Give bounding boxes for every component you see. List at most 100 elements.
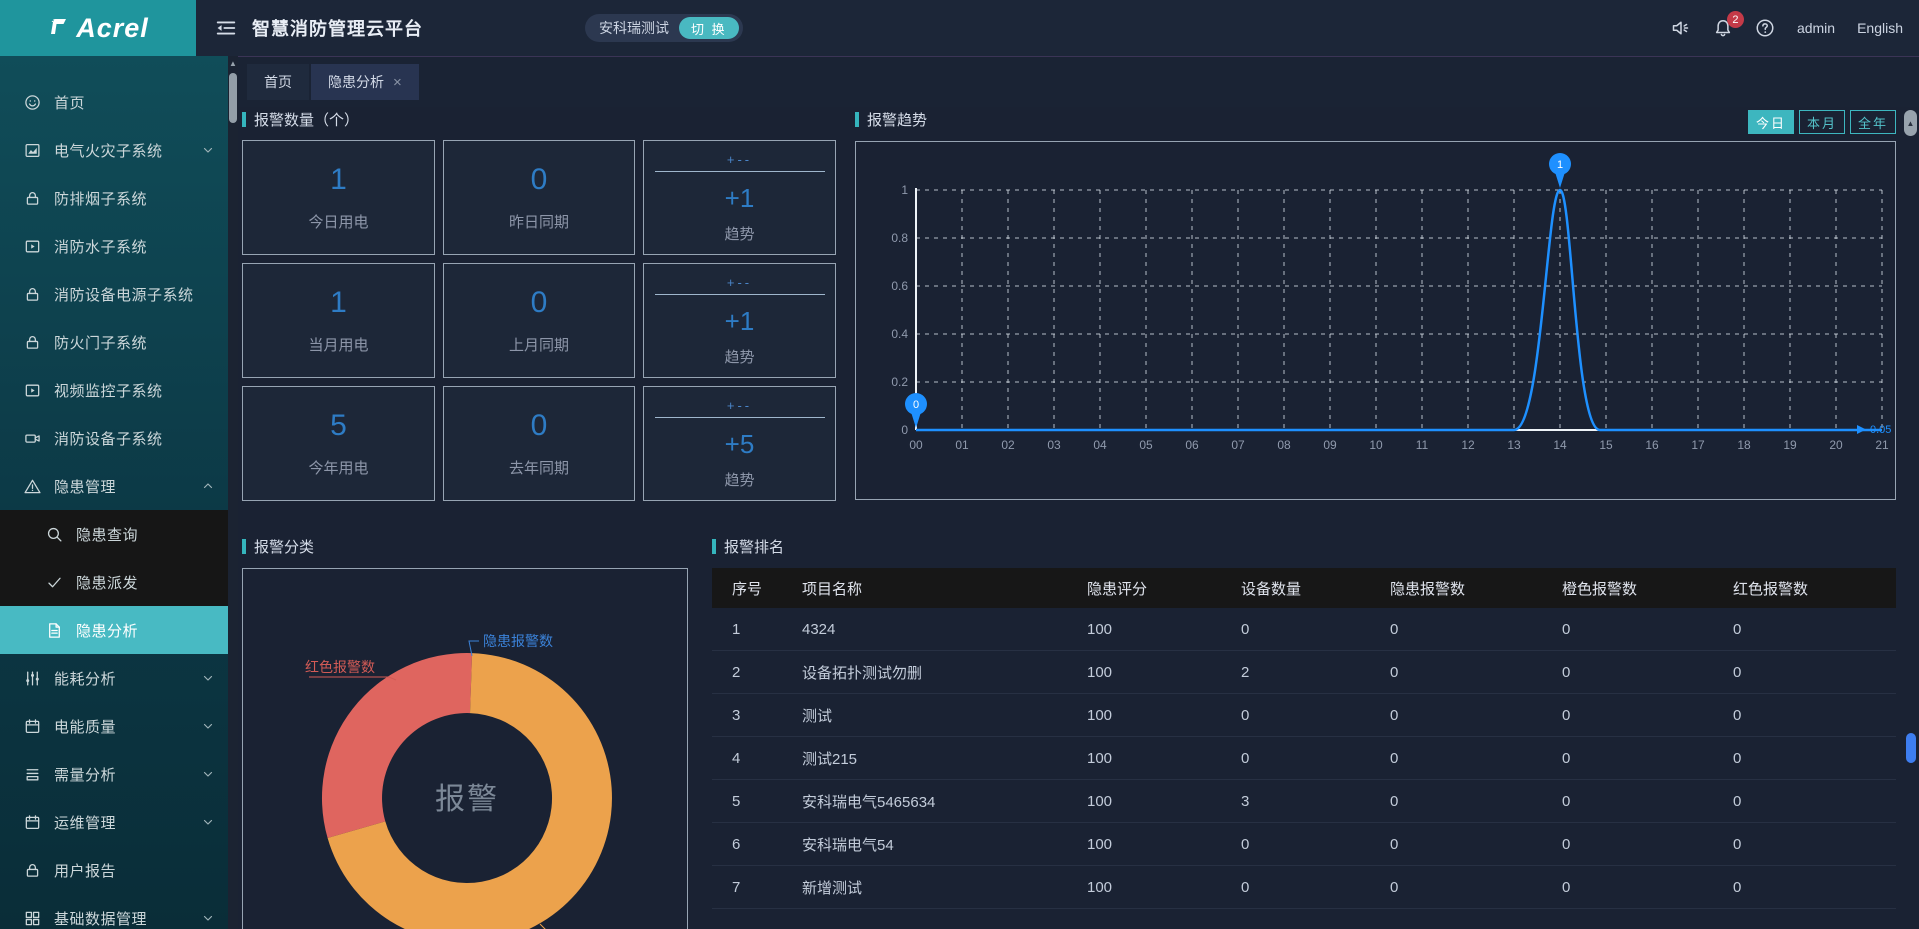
sidebar-item-label: 消防设备电源子系统: [54, 284, 194, 305]
sidebar-item-2[interactable]: 防排烟子系统: [0, 174, 228, 222]
sidebar-item-5[interactable]: 防火门子系统: [0, 318, 228, 366]
category-donut-chart: 报警红色报警数隐患报警数: [243, 569, 687, 929]
page-scrollbar-thumb[interactable]: [1906, 733, 1916, 763]
range-button-0[interactable]: 今日: [1748, 110, 1794, 134]
stat-label: 去年同期: [509, 457, 569, 478]
sidebar-item-11[interactable]: 需量分析: [0, 750, 228, 798]
sidebar-item-14[interactable]: 基础数据管理: [0, 894, 228, 929]
section-title-alarm-ranking: 报警排名: [712, 536, 784, 557]
page-title: 智慧消防管理云平台: [252, 15, 423, 41]
st at-value: 1: [330, 286, 347, 320]
svg-text:11: 11: [1416, 438, 1429, 452]
st at-value: 1: [330, 163, 347, 197]
stat-label: 趋势: [724, 223, 754, 244]
sidebar-item-3[interactable]: 消防水子系统: [0, 222, 228, 270]
sidebar-item-label: 隐患管理: [54, 476, 116, 497]
help-icon[interactable]: [1755, 18, 1775, 38]
sidebar-scrollbar-thumb[interactable]: [229, 73, 237, 123]
language-switcher[interactable]: English: [1857, 20, 1903, 36]
range-button-1[interactable]: 本月: [1799, 110, 1845, 134]
sidebar-item-label: 消防水子系统: [54, 236, 147, 257]
stat-card: 1今日用电: [242, 140, 435, 255]
switch-tenant-button[interactable]: 切 换: [679, 17, 739, 39]
sidebar-item-9[interactable]: 能耗分析: [0, 654, 228, 702]
column-header[interactable]: 设备数量: [1241, 578, 1390, 599]
section-title-text: 报警趋势: [867, 109, 927, 130]
svg-text:20: 20: [1829, 438, 1843, 452]
sidebar-scroll-up-icon[interactable]: ▲: [228, 57, 238, 71]
stat-card-trend: +--+1趋势: [643, 263, 836, 378]
section-title-text: 报警排名: [724, 536, 784, 557]
sidebar-item-8-0[interactable]: 隐患查询: [0, 510, 228, 558]
sidebar-item-6[interactable]: 视频监控子系统: [0, 366, 228, 414]
sidebar-item-label: 防火门子系统: [54, 332, 147, 353]
sidebar-item-7[interactable]: 消防设备子系统: [0, 414, 228, 462]
table-cell: 0: [1562, 793, 1733, 810]
range-button-2[interactable]: 全年: [1850, 110, 1896, 134]
column-header[interactable]: 隐患报警数: [1390, 578, 1562, 599]
table-row[interactable]: 2设备拓扑测试勿删1002000: [712, 651, 1896, 694]
sidebar-item-12[interactable]: 运维管理: [0, 798, 228, 846]
column-header[interactable]: 隐患评分: [1087, 578, 1241, 599]
section-title-alarm-trend: 报警趋势: [855, 109, 927, 130]
table-row[interactable]: 4测试2151000000: [712, 737, 1896, 780]
table-body: 1432410000002设备拓扑测试勿删10020003测试10000004测…: [712, 608, 1896, 909]
sidebar-collapse-icon[interactable]: [216, 19, 236, 37]
user-menu[interactable]: admin: [1797, 20, 1835, 36]
tab-1[interactable]: 隐患分析×: [311, 64, 419, 100]
table-cell: 0: [1241, 621, 1390, 638]
table-row[interactable]: 3测试1000000: [712, 694, 1896, 737]
sidebar-item-8[interactable]: 隐患管理: [0, 462, 228, 510]
chart-marker[interactable]: 1: [1549, 153, 1571, 188]
column-header[interactable]: 红色报警数: [1733, 578, 1896, 599]
trend-divider: [655, 417, 825, 418]
stat-label: 今年用电: [308, 457, 368, 478]
table-row[interactable]: 7新增测试1000000: [712, 866, 1896, 909]
chart-marker[interactable]: 0: [905, 393, 927, 428]
column-header[interactable]: 橙色报警数: [1562, 578, 1733, 599]
check-icon: [46, 574, 63, 591]
svg-text:0.4: 0.4: [891, 327, 908, 341]
calendar-icon: [24, 718, 41, 735]
table-row[interactable]: 6安科瑞电气541000000: [712, 823, 1896, 866]
sidebar-item-label: 隐患分析: [76, 620, 138, 641]
main-content: 报警数量（个） 1今日用电0昨日同期+--+1趋势1当月用电0上月同期+--+1…: [238, 107, 1919, 929]
sidebar-item-1[interactable]: 电气火灾子系统: [0, 126, 228, 174]
tenant-name: 安科瑞测试: [599, 18, 669, 38]
table-row[interactable]: 143241000000: [712, 608, 1896, 651]
play-icon: [24, 238, 41, 255]
notification-bell-icon[interactable]: 2: [1713, 18, 1733, 38]
stat-card-trend: +--+1趋势: [643, 140, 836, 255]
trend-divider: [655, 294, 825, 295]
table-cell: 100: [1087, 707, 1241, 724]
table-cell: 0: [1241, 836, 1390, 853]
tab-bar: 首页隐患分析×: [238, 56, 1919, 107]
play-icon: [24, 382, 41, 399]
sidebar-item-10[interactable]: 电能质量: [0, 702, 228, 750]
table-cell: 0: [1241, 707, 1390, 724]
speaker-icon[interactable]: [1671, 18, 1691, 38]
sidebar-item-0[interactable]: 首页: [0, 78, 228, 126]
trend-divider: [655, 171, 825, 172]
svg-text:16: 16: [1645, 438, 1659, 452]
sidebar-item-label: 首页: [54, 92, 85, 113]
sidebar-item-13[interactable]: 用户报告: [0, 846, 228, 894]
table-cell: 100: [1087, 621, 1241, 638]
table-cell: 2: [1241, 664, 1390, 681]
svg-text:12: 12: [1461, 438, 1475, 452]
svg-text:08: 08: [1277, 438, 1291, 452]
sidebar-item-4[interactable]: 消防设备电源子系统: [0, 270, 228, 318]
column-header[interactable]: 项目名称: [802, 578, 1087, 599]
table-row[interactable]: 5安科瑞电气54656341003000: [712, 780, 1896, 823]
tab-0[interactable]: 首页: [247, 64, 309, 100]
column-header[interactable]: 序号: [732, 578, 802, 599]
svg-text:19: 19: [1783, 438, 1797, 452]
stat-value: +1: [725, 183, 755, 214]
brand-logo-text: Acrel: [76, 13, 149, 44]
close-icon[interactable]: ×: [393, 74, 402, 91]
stat-card: 0去年同期: [443, 386, 635, 501]
sidebar-scrollbar-track[interactable]: [228, 56, 238, 929]
page-scroll-up-button[interactable]: ▲: [1904, 110, 1917, 136]
sidebar-item-8-2[interactable]: 隐患分析: [0, 606, 228, 654]
sidebar-item-8-1[interactable]: 隐患派发: [0, 558, 228, 606]
